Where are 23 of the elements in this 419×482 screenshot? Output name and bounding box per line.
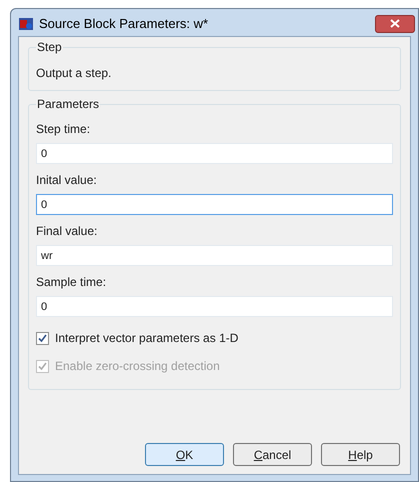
field-label: Final value:: [36, 223, 98, 240]
input-field[interactable]: 0: [36, 296, 393, 317]
field-label: Step time:: [36, 121, 92, 138]
check-icon: [38, 362, 47, 370]
check-icon: [38, 334, 47, 342]
window-title: Source Block Parameters: w*: [39, 14, 208, 33]
field-label: Sample time:: [36, 274, 108, 291]
checkbox-label: Interpret vector parameters as 1-D: [55, 330, 238, 347]
close-button[interactable]: [375, 14, 415, 32]
description-text: Output a step.: [36, 65, 112, 82]
dialog-button[interactable]: OK: [145, 443, 224, 466]
app-icon: [18, 16, 34, 32]
checkbox-label: Enable zero-crossing detection: [55, 358, 220, 375]
field-label: Inital value:: [36, 172, 98, 189]
group-title: Step: [36, 39, 63, 56]
group-title: Parameters: [36, 96, 100, 113]
checkbox[interactable]: [36, 332, 49, 344]
dialog-button[interactable]: Cancel: [233, 443, 312, 466]
input-field[interactable]: 0: [36, 194, 393, 215]
input-field[interactable]: wr: [36, 245, 393, 266]
dialog-button[interactable]: Help: [321, 443, 400, 466]
close-icon: [390, 19, 400, 28]
input-field[interactable]: 0: [36, 143, 393, 164]
